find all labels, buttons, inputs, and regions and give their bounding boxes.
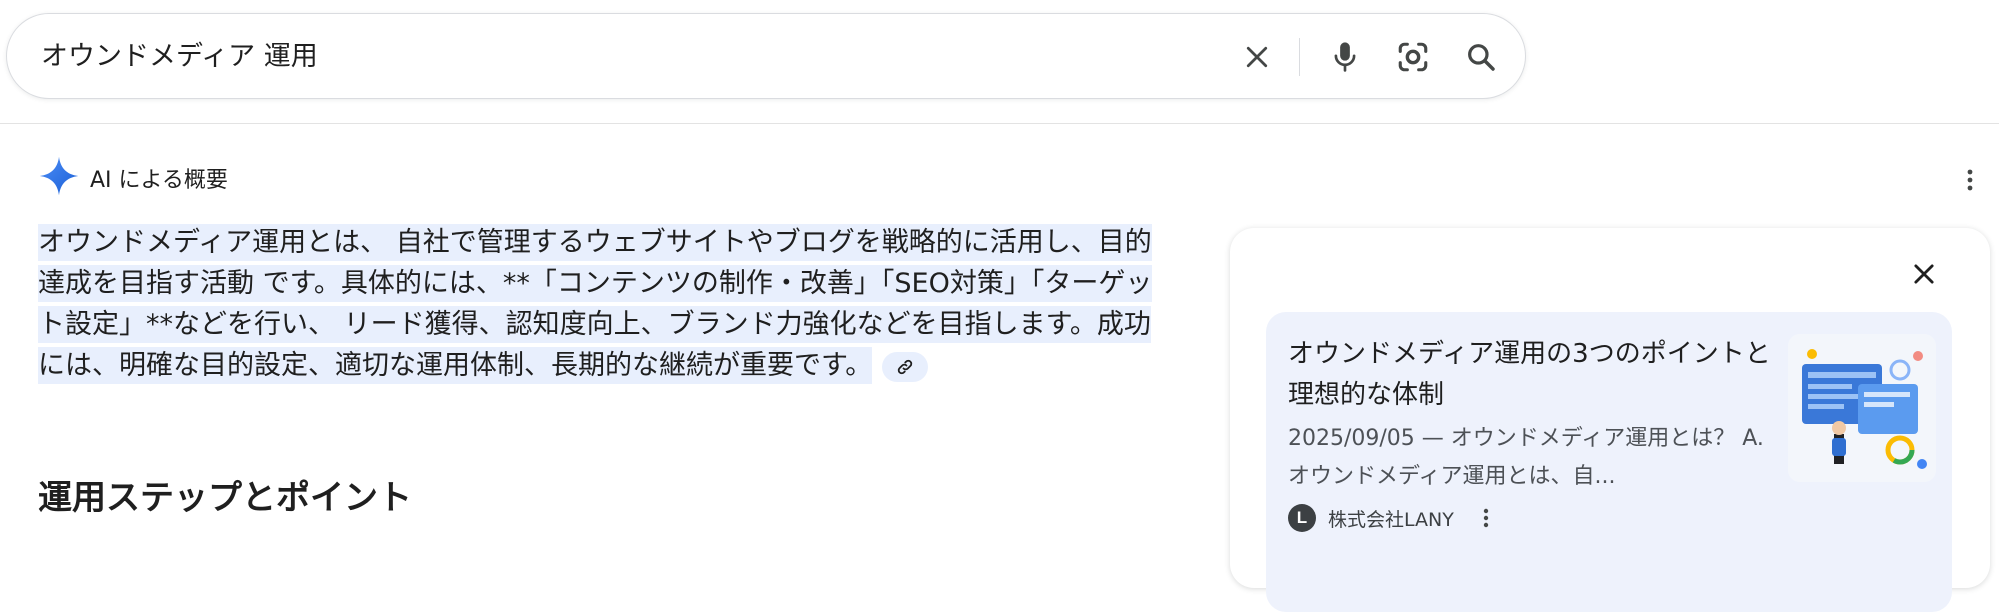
more-options-icon[interactable] (1958, 164, 1982, 196)
search-bar: オウンドメディア 運用 (6, 13, 1526, 99)
source-attribution: L 株式会社LANY (1288, 502, 1496, 534)
section-heading: 運用ステップとポイント (38, 478, 412, 518)
search-input[interactable]: オウンドメディア 運用 (41, 14, 318, 100)
link-icon[interactable] (882, 351, 929, 382)
mic-icon[interactable] (1325, 37, 1365, 77)
ai-overview-summary: オウンドメディア運用とは、 自社で管理するウェブサイトやブログを戦略的に活用し、… (38, 222, 1168, 386)
source-card[interactable]: オウンドメディア運用の3つのポイントと理想的な体制 2025/09/05 — オ… (1266, 312, 1952, 612)
search-icon[interactable] (1461, 37, 1501, 77)
source-more-icon[interactable] (1476, 503, 1496, 533)
ai-overview-header: AI による概要 (38, 155, 228, 201)
source-card-title[interactable]: オウンドメディア運用の3つのポイントと理想的な体制 (1288, 334, 1788, 416)
source-panel: オウンドメディア運用の3つのポイントと理想的な体制 2025/09/05 — オ… (1230, 228, 1990, 612)
source-logo: L (1288, 504, 1316, 532)
lens-icon[interactable] (1393, 37, 1433, 77)
header-divider (0, 123, 1999, 124)
source-thumbnail[interactable] (1788, 334, 1936, 482)
sparkle-icon (38, 155, 80, 201)
source-card-snippet: 2025/09/05 — オウンドメディア運用とは？ A. オウンドメディア運用… (1288, 426, 1764, 489)
close-icon[interactable] (1237, 37, 1277, 77)
source-name[interactable]: 株式会社LANY (1328, 505, 1454, 532)
ai-overview-label: AI による概要 (90, 168, 228, 193)
search-divider (1299, 38, 1300, 76)
close-panel-icon[interactable] (1900, 250, 1948, 298)
summary-text: オウンドメディア運用とは、 自社で管理するウェブサイトやブログを戦略的に活用し、… (38, 224, 1153, 384)
